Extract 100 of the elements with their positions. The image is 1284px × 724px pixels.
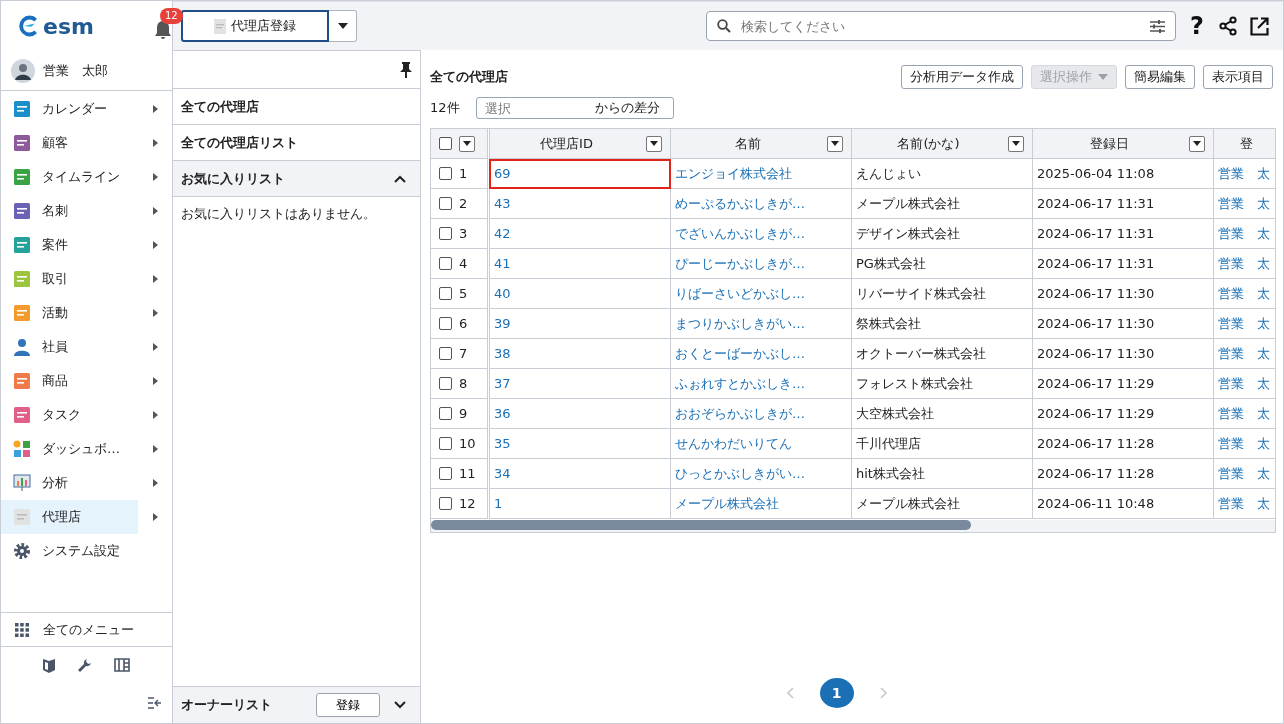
table-icon[interactable] — [114, 658, 130, 672]
menu-item[interactable]: 社員 — [1, 330, 172, 364]
menu-item[interactable]: タイムライン — [1, 160, 172, 194]
all-menu-item[interactable]: 全てのメニュー — [1, 612, 172, 647]
avatar[interactable] — [11, 58, 35, 83]
caret-right-icon — [153, 343, 158, 351]
menu-item[interactable]: 顧客 — [1, 126, 172, 160]
filter-settings-icon[interactable] — [1150, 19, 1166, 33]
row-checkbox[interactable] — [439, 407, 452, 420]
page-button[interactable]: 1 — [819, 678, 854, 708]
row-checkbox[interactable] — [439, 467, 452, 480]
register-button[interactable]: 登録 — [316, 693, 380, 717]
action-button[interactable]: 表示項目 — [1203, 65, 1273, 89]
chevron-icon[interactable] — [394, 174, 406, 183]
pin-icon[interactable] — [400, 61, 412, 78]
table-cell[interactable]: 36 — [494, 406, 511, 421]
document-icon — [13, 508, 31, 526]
table-cell[interactable]: 34 — [494, 466, 511, 481]
action-button[interactable]: 簡易編集 — [1125, 65, 1195, 89]
menu-item[interactable]: 分析 — [1, 466, 172, 500]
chevron-icon[interactable] — [394, 701, 406, 709]
focused-cell[interactable]: 69 — [488, 158, 671, 189]
row-checkbox[interactable] — [439, 167, 452, 180]
dropdown-button[interactable] — [459, 135, 475, 152]
table-cell: 2025-06-04 11:08 — [1037, 166, 1155, 181]
bell-icon[interactable] — [154, 20, 172, 40]
menu-item[interactable]: ダッシュボ… — [1, 432, 172, 466]
search-bar[interactable]: 検索してください — [706, 11, 1177, 41]
column-filter-button[interactable] — [646, 135, 662, 152]
row-number: 5 — [459, 286, 468, 301]
row-number: 6 — [459, 316, 468, 331]
table-cell: メープル株式会社 — [856, 195, 960, 211]
menu-item[interactable]: 活動 — [1, 296, 172, 330]
table-cell[interactable]: 37 — [494, 376, 511, 391]
menu-item[interactable]: システム設定 — [1, 534, 172, 568]
table-cell[interactable]: 41 — [494, 256, 511, 271]
dropdown-button[interactable] — [329, 10, 357, 42]
record-count: 12件 — [430, 99, 460, 117]
row-checkbox[interactable] — [439, 317, 452, 330]
menu-item[interactable]: 商品 — [1, 364, 172, 398]
table-cell: フォレスト株式会社 — [856, 375, 973, 391]
row-number: 8 — [459, 376, 468, 391]
table-cell[interactable]: 69 — [494, 166, 511, 181]
table-cell: えんじょい — [856, 165, 921, 181]
caret-down-icon — [1193, 141, 1201, 146]
list-item[interactable]: 全ての代理店 — [173, 89, 420, 125]
column-filter-button[interactable] — [1008, 135, 1024, 152]
user-name[interactable]: 営業 太郎 — [43, 61, 108, 80]
menu-item[interactable]: カレンダー — [1, 92, 172, 126]
table-cell[interactable]: 42 — [494, 226, 511, 241]
suffix-label: からの差分 — [594, 99, 660, 117]
wrench-icon[interactable] — [77, 657, 92, 673]
table-cell: 2024-06-17 11:31 — [1037, 196, 1155, 211]
logo-text: esm — [43, 13, 94, 39]
column-filter-button[interactable] — [827, 135, 843, 152]
row-number: 7 — [459, 346, 468, 361]
row-checkbox[interactable] — [439, 347, 452, 360]
caret-down-icon — [337, 23, 348, 29]
table-cell: 祭株式会社 — [856, 315, 921, 331]
column-filter-button[interactable] — [1189, 135, 1205, 152]
row-checkbox[interactable] — [439, 197, 452, 210]
caret-right-icon — [153, 513, 158, 521]
menu-item[interactable]: タスク — [1, 398, 172, 432]
external-link-icon[interactable] — [1250, 16, 1269, 36]
document-icon — [214, 18, 226, 34]
table-cell: 2024-06-17 11:28 — [1037, 436, 1155, 451]
help-button[interactable]: ? — [1188, 12, 1206, 40]
table-cell: 2024-06-17 11:28 — [1037, 466, 1155, 481]
menu-item[interactable]: 名刺 — [1, 194, 172, 228]
menu-item[interactable]: 案件 — [1, 228, 172, 262]
row-number: 11 — [459, 466, 476, 481]
table-cell[interactable]: 39 — [494, 316, 511, 331]
table-cell[interactable]: 35 — [494, 436, 511, 451]
row-checkbox[interactable] — [439, 257, 452, 270]
action-button[interactable]: 分析用データ作成 — [901, 65, 1023, 89]
menu-item[interactable]: 取引 — [1, 262, 172, 296]
table-cell[interactable]: 1 — [494, 496, 503, 511]
select-all-checkbox[interactable] — [439, 137, 452, 150]
row-checkbox[interactable] — [439, 227, 452, 240]
horizontal-scrollbar[interactable] — [431, 520, 1275, 532]
table-cell[interactable]: 38 — [494, 346, 511, 361]
diff-selector[interactable]: 選択 からの差分 — [475, 97, 674, 119]
gear-icon — [13, 542, 31, 560]
grid-icon — [15, 622, 29, 637]
table-cell[interactable]: 40 — [494, 286, 511, 301]
book-icon[interactable] — [43, 657, 55, 673]
collapse-sidebar-icon[interactable] — [148, 697, 162, 709]
row-checkbox[interactable] — [439, 287, 452, 300]
table-cell[interactable]: 43 — [494, 196, 511, 211]
share-icon[interactable] — [1218, 16, 1238, 36]
caret-right-icon — [153, 105, 158, 113]
row-checkbox[interactable] — [439, 377, 452, 390]
row-checkbox[interactable] — [439, 497, 452, 510]
row-checkbox[interactable] — [439, 437, 452, 450]
search-field[interactable]: 検索してください — [739, 17, 1143, 35]
table-cell: 千川代理店 — [856, 435, 921, 451]
caret-right-icon — [153, 411, 158, 419]
chart-icon — [13, 474, 31, 492]
caret-right-icon — [153, 139, 158, 147]
new-agency-button[interactable]: 代理店登録 — [181, 10, 329, 42]
